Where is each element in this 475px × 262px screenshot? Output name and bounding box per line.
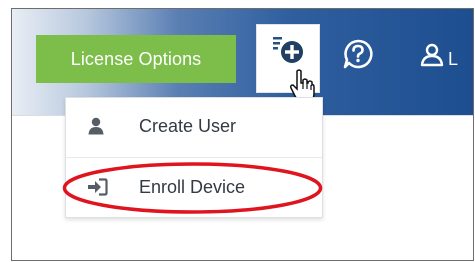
user-icon bbox=[88, 117, 104, 135]
add-icon bbox=[273, 37, 303, 63]
menu-item-label: Create User bbox=[139, 116, 237, 136]
menu-item-create-user[interactable]: Create User bbox=[66, 98, 322, 156]
help-icon[interactable] bbox=[342, 38, 374, 70]
highlight-ellipse bbox=[62, 162, 323, 214]
screen-frame: License Options L Create User Enroll Dev… bbox=[11, 8, 474, 261]
user-menu-label[interactable]: L bbox=[448, 49, 458, 70]
license-options-button[interactable]: License Options bbox=[36, 35, 236, 83]
menu-divider bbox=[66, 157, 322, 158]
user-icon[interactable] bbox=[420, 43, 444, 67]
